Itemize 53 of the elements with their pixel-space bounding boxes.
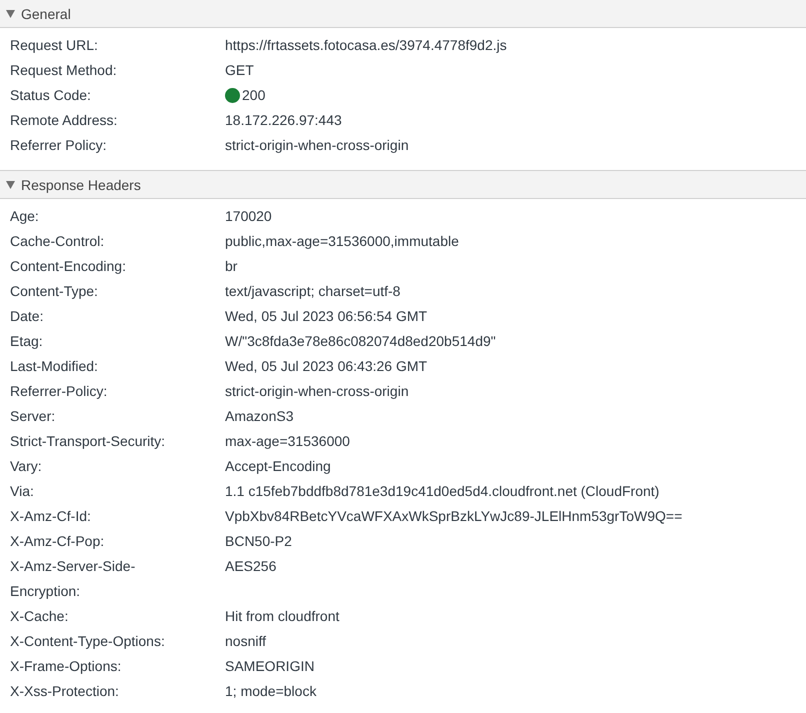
header-value: Wed, 05 Jul 2023 06:43:26 GMT — [225, 357, 428, 376]
header-value: Hit from cloudfront — [225, 607, 340, 626]
header-name: Cache-Control: — [9, 232, 106, 251]
section-header[interactable]: General — [0, 0, 806, 28]
header-value: strict-origin-when-cross-origin — [225, 382, 409, 401]
disclosure-triangle-icon — [6, 10, 15, 18]
header-name: X-Amz-Server-Side-Encryption: — [9, 557, 136, 601]
header-name: Referrer-Policy: — [9, 382, 108, 401]
header-name: X-Content-Type-Options: — [9, 632, 166, 651]
header-value: AES256 — [225, 557, 276, 576]
header-name: X-Amz-Cf-Pop: — [9, 532, 106, 551]
header-name: Age: — [9, 207, 40, 226]
header-name: Date: — [9, 307, 44, 326]
header-name: Request URL: — [9, 36, 99, 55]
header-value: Wed, 05 Jul 2023 06:56:54 GMT — [225, 307, 428, 326]
header-value: public,max-age=31536000,immutable — [225, 232, 459, 251]
header-value: 170020 — [225, 207, 272, 226]
status-dot-icon — [225, 88, 240, 103]
header-value: 1.1 c15feb7bddfb8d781e3d19c41d0ed5d4.cloudfront.net (CloudFront) — [225, 482, 660, 501]
header-value: br — [225, 257, 238, 276]
header-value: AmazonS3 — [225, 407, 294, 426]
header-value: text/javascript; charset=utf-8 — [225, 282, 400, 301]
header-name: X-Xss-Protection: — [9, 682, 120, 701]
header-value: 18.172.226.97:443 — [225, 111, 342, 130]
header-name: X-Amz-Cf-Id: — [9, 507, 92, 526]
header-name: Vary: — [9, 457, 43, 476]
header-name: Remote Address: — [9, 111, 118, 130]
header-name: Etag: — [9, 332, 44, 351]
header-name: X-Frame-Options: — [9, 657, 122, 676]
header-value: Accept-Encoding — [225, 457, 331, 476]
header-value: max-age=31536000 — [225, 432, 350, 451]
header-value: strict-origin-when-cross-origin — [225, 136, 409, 155]
header-value: GET — [225, 61, 254, 80]
header-name: Content-Encoding: — [9, 257, 127, 276]
header-name: Server: — [9, 407, 56, 426]
header-value: W/"3c8fda3e78e86c082074d8ed20b514d9" — [225, 332, 496, 351]
header-name: Content-Type: — [9, 282, 99, 301]
header-value: https://frtassets.fotocasa.es/3974.4778f9d2.js — [225, 36, 507, 55]
disclosure-triangle-icon — [6, 180, 15, 188]
header-value: BCN50-P2 — [225, 532, 292, 551]
header-value: SAMEORIGIN — [225, 657, 314, 676]
header-value: 200 — [242, 86, 266, 105]
header-name: Last-Modified: — [9, 357, 99, 376]
header-name: Request Method: — [9, 61, 118, 80]
header-name: X-Cache: — [9, 607, 70, 626]
header-name: Via: — [9, 482, 35, 501]
header-name: Strict-Transport-Security: — [9, 432, 166, 451]
section-header[interactable]: Response Headers — [0, 170, 806, 199]
header-name: Referrer Policy: — [9, 136, 108, 155]
header-value: VpbXbv84RBetcYVcaWFXAxWkSprBzkLYwJc89-JLElHnm53grToW9Q== — [225, 507, 682, 526]
header-name: Status Code: — [9, 86, 92, 105]
header-value: nosniff — [225, 632, 266, 651]
header-value: 1; mode=block — [225, 682, 316, 701]
